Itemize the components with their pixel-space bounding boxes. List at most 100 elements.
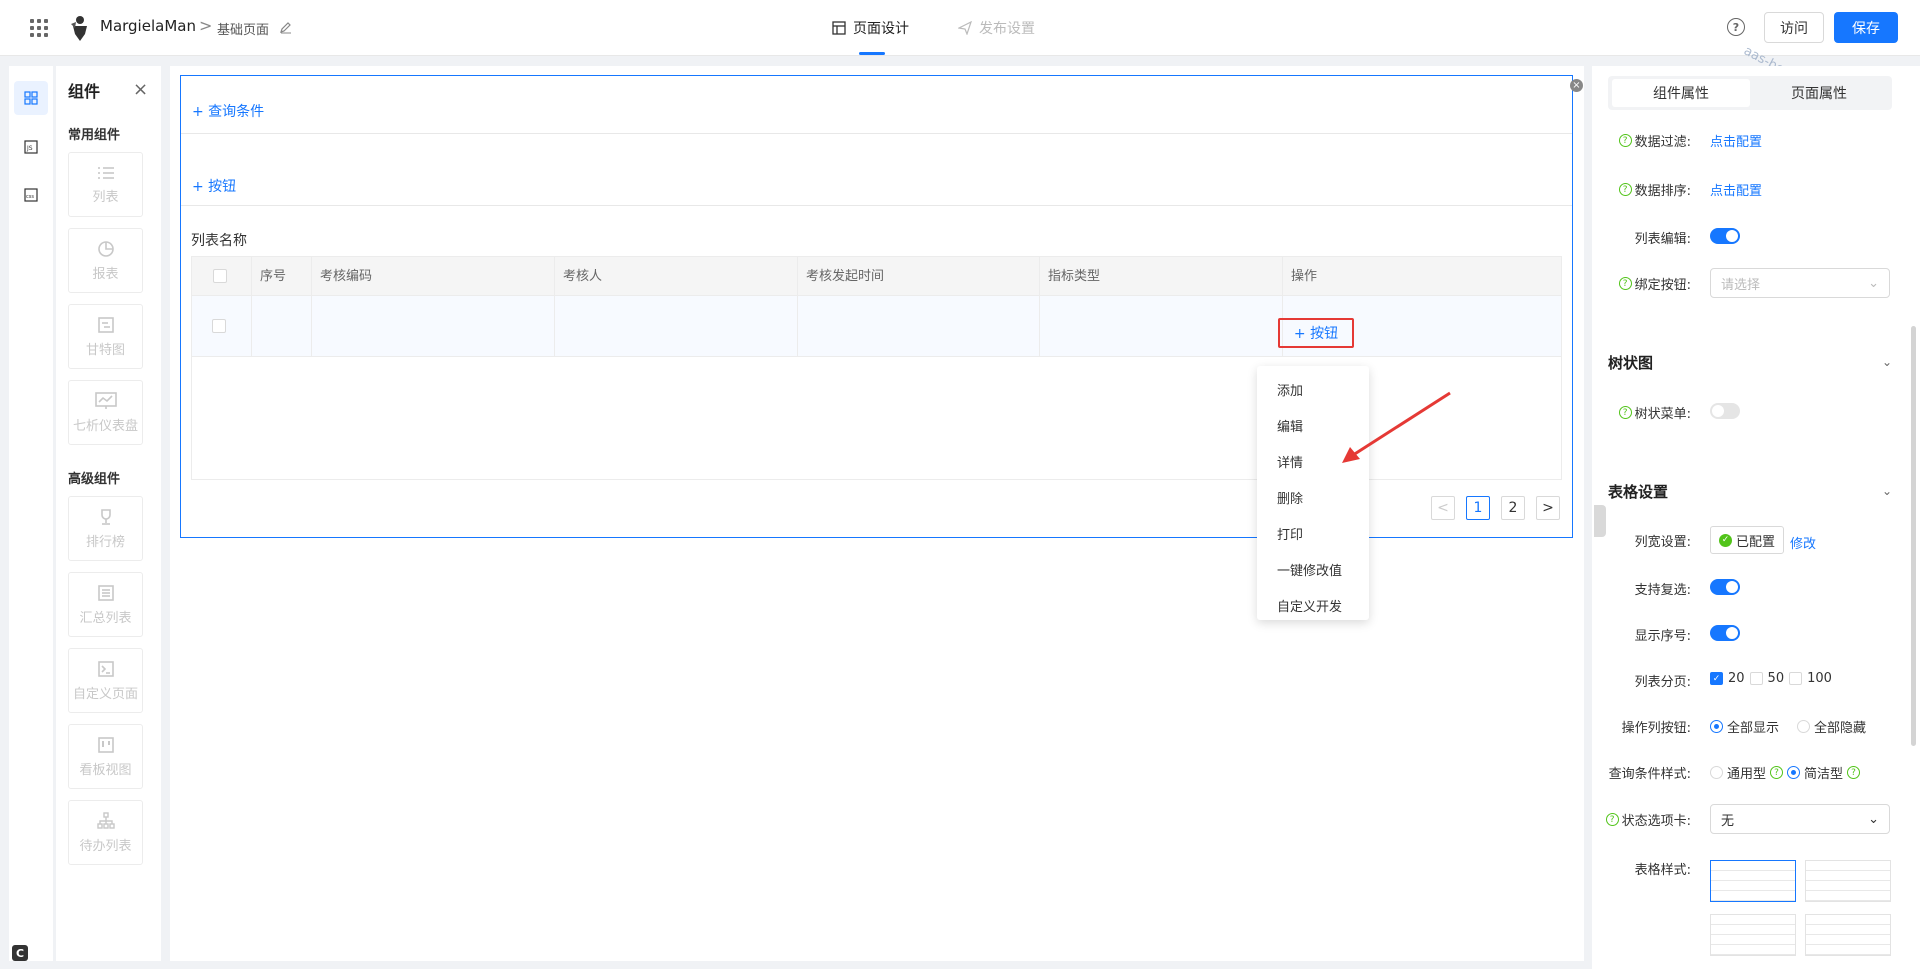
help-circle-icon[interactable]: ? xyxy=(1618,406,1632,419)
table-section-title[interactable]: 表格设置 xyxy=(1608,481,1668,502)
chevron-down-icon: ⌄ xyxy=(1868,275,1879,291)
op-show-all-radio[interactable] xyxy=(1710,720,1723,733)
help-circle-icon[interactable]: ? xyxy=(1618,183,1632,196)
gantt-icon xyxy=(97,316,114,333)
help-icon[interactable]: ? xyxy=(1727,18,1745,36)
help-circle-icon[interactable]: ? xyxy=(1618,134,1632,147)
prop-multi-select: 支持复选: xyxy=(1592,576,1902,600)
component-ranking[interactable]: 排行榜 xyxy=(68,496,143,561)
multi-select-toggle[interactable] xyxy=(1710,579,1740,595)
data-sort-config-link[interactable]: 点击配置 xyxy=(1710,180,1762,199)
column-header: 考核人 xyxy=(563,269,603,284)
tab-component-props[interactable]: 组件属性 xyxy=(1612,79,1750,107)
design-canvas: × + 查询条件 + 按钮 列表名称 序号 考核编码 考核人 考核发起时间 指标… xyxy=(170,66,1584,961)
top-bar: MargielaMan > 基础页面 页面设计 发布设置 ? 访问 保存 aas… xyxy=(0,0,1920,110)
help-circle-icon[interactable]: ? xyxy=(1618,277,1632,290)
menu-item-delete[interactable]: 删除 xyxy=(1257,482,1369,518)
prop-column-width: 列宽设置: ✓ 已配置 修改 xyxy=(1592,526,1902,554)
component-kanban[interactable]: 看板视图 xyxy=(68,724,143,789)
app-name[interactable]: MargielaMan xyxy=(100,17,196,35)
edit-icon[interactable] xyxy=(279,20,293,34)
tab-page-design[interactable]: 页面设计 xyxy=(832,18,909,38)
row-checkbox[interactable] xyxy=(212,319,226,333)
select-all-checkbox[interactable] xyxy=(213,269,227,283)
tab-publish-settings[interactable]: 发布设置 xyxy=(958,18,1035,38)
paging-50-checkbox[interactable] xyxy=(1749,672,1763,685)
chevron-down-icon[interactable]: ⌄ xyxy=(1882,355,1892,369)
save-button[interactable]: 保存 xyxy=(1834,12,1898,43)
css-file-icon: css xyxy=(24,188,38,202)
data-filter-config-link[interactable]: 点击配置 xyxy=(1710,131,1762,150)
column-divider xyxy=(251,257,252,357)
table-style-option-3[interactable] xyxy=(1710,914,1796,956)
prop-label: 支持复选: xyxy=(1634,583,1691,598)
chevron-down-icon[interactable]: ⌄ xyxy=(1882,484,1892,498)
active-tab-indicator xyxy=(859,52,885,55)
add-query-condition-link[interactable]: + 查询条件 xyxy=(192,101,264,121)
query-style-general-radio[interactable] xyxy=(1710,766,1723,779)
column-width-modify-link[interactable]: 修改 xyxy=(1790,533,1816,552)
select-placeholder: 请选择 xyxy=(1721,277,1761,293)
table-style-option-1[interactable] xyxy=(1710,860,1796,902)
divider xyxy=(181,205,1572,206)
list-edit-toggle[interactable] xyxy=(1710,228,1740,244)
paging-option: 100 xyxy=(1807,671,1832,686)
prop-label: 数据过滤: xyxy=(1634,135,1691,150)
bind-button-select[interactable]: 请选择 ⌄ xyxy=(1710,268,1890,298)
tree-menu-toggle[interactable] xyxy=(1710,403,1740,419)
visit-button[interactable]: 访问 xyxy=(1764,12,1824,43)
status-tab-select[interactable]: 无 ⌄ xyxy=(1710,804,1890,834)
help-circle-icon[interactable]: ? xyxy=(1770,766,1784,779)
panel-collapse-handle[interactable] xyxy=(1594,505,1606,537)
table-style-option-4[interactable] xyxy=(1805,914,1891,956)
query-style-simple-radio[interactable] xyxy=(1787,766,1801,779)
help-circle-icon[interactable]: ? xyxy=(1605,813,1619,826)
tab-publish-label: 发布设置 xyxy=(979,21,1035,37)
column-divider xyxy=(1039,257,1040,357)
component-panel: 组件 × 常用组件 列表 报表 甘特图 七析仪表盘 高级组件 排行榜 汇总列表 … xyxy=(56,66,161,961)
component-gantt[interactable]: 甘特图 xyxy=(68,304,143,369)
show-index-toggle[interactable] xyxy=(1710,625,1740,641)
tree-section-title[interactable]: 树状图 xyxy=(1608,352,1653,373)
paging-20-checkbox[interactable]: ✓ xyxy=(1710,672,1723,685)
menu-item-custom-dev[interactable]: 自定义开发 xyxy=(1257,590,1369,626)
next-page-button[interactable]: > xyxy=(1536,496,1560,520)
paging-100-checkbox[interactable] xyxy=(1789,672,1803,685)
column-header: 指标类型 xyxy=(1048,269,1101,284)
rail-js[interactable]: JS xyxy=(14,130,48,164)
table-style-option-2[interactable] xyxy=(1805,860,1891,902)
component-list[interactable]: 列表 xyxy=(68,152,143,217)
add-button-link[interactable]: + 按钮 xyxy=(192,176,236,196)
menu-item-bulk-edit[interactable]: 一键修改值 xyxy=(1257,554,1369,590)
layout-icon xyxy=(832,21,846,35)
properties-panel: 组件属性 页面属性 ? 数据过滤: 点击配置 ? 数据排序: 点击配置 列表编辑: … xyxy=(1592,66,1920,969)
close-icon[interactable]: × xyxy=(133,79,148,100)
prev-page-button[interactable]: < xyxy=(1431,496,1455,520)
column-header: 操作 xyxy=(1291,269,1318,284)
component-summary-list[interactable]: 汇总列表 xyxy=(68,572,143,637)
menu-item-print[interactable]: 打印 xyxy=(1257,518,1369,554)
page-1-button[interactable]: 1 xyxy=(1466,496,1490,520)
component-todo-list[interactable]: 待办列表 xyxy=(68,800,143,865)
c-badge-icon[interactable]: C xyxy=(12,945,28,961)
components-grid-icon xyxy=(24,91,38,105)
panel-scrollbar[interactable] xyxy=(1911,326,1916,746)
apps-grid-icon[interactable] xyxy=(30,19,48,37)
remove-component-icon[interactable]: × xyxy=(1570,79,1583,92)
column-width-status: ✓ 已配置 xyxy=(1710,526,1785,554)
op-hide-all-radio[interactable] xyxy=(1797,720,1811,733)
component-dashboard[interactable]: 七析仪表盘 xyxy=(68,380,143,445)
radio-label: 通用型 xyxy=(1727,767,1767,782)
svg-text:JS: JS xyxy=(26,145,33,152)
rail-components[interactable] xyxy=(14,81,48,115)
component-report[interactable]: 报表 xyxy=(68,228,143,293)
page-2-button[interactable]: 2 xyxy=(1501,496,1525,520)
column-divider xyxy=(554,257,555,357)
component-label: 排行榜 xyxy=(85,534,125,550)
help-circle-icon[interactable]: ? xyxy=(1847,766,1861,779)
rail-css[interactable]: css xyxy=(14,178,48,212)
row-add-button[interactable]: + 按钮 xyxy=(1278,318,1354,348)
tab-page-props[interactable]: 页面属性 xyxy=(1750,79,1888,107)
component-label: 待办列表 xyxy=(79,838,132,854)
component-custom-page[interactable]: 自定义页面 xyxy=(68,648,143,713)
